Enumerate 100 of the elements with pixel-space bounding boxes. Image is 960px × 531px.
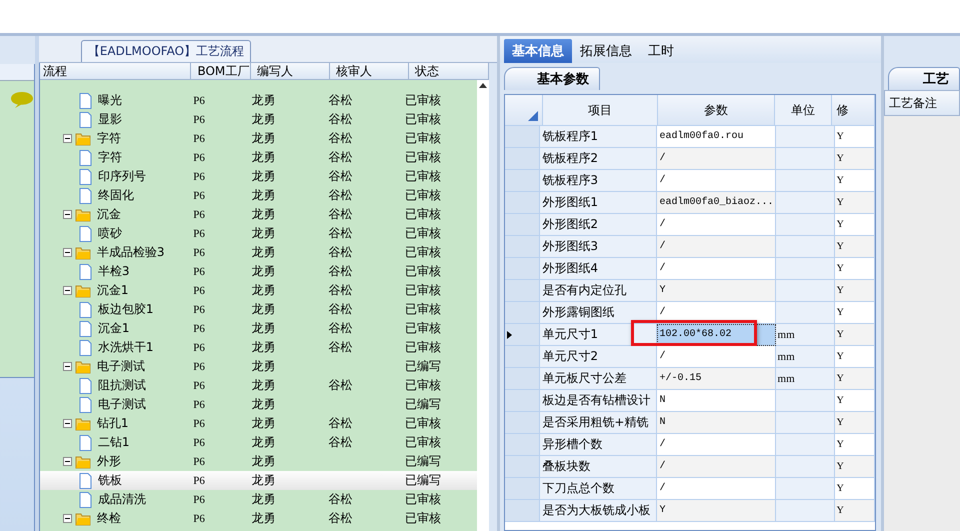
tree-row[interactable]: 显影 P6 龙勇 谷松 已审核 <box>40 110 477 129</box>
tree-row[interactable]: 成品清洗 P6 龙勇 谷松 已审核 <box>40 490 477 509</box>
status-text: 已审核 <box>405 339 442 356</box>
reviewer-text: 谷松 <box>328 225 352 242</box>
table-cell <box>776 170 835 192</box>
tree-row[interactable]: 铣板 P6 龙勇 已编写 <box>40 471 477 490</box>
tree-row[interactable]: 阻抗测试 P6 龙勇 谷松 已审核 <box>40 376 477 395</box>
table-cell <box>776 126 835 148</box>
status-text: 已审核 <box>405 244 442 261</box>
tree-row[interactable]: 钻孔1 P6 龙勇 谷松 已审核 <box>40 414 477 433</box>
collapse-icon[interactable] <box>62 134 72 143</box>
value-cell[interactable]: +/-0.15 <box>657 368 776 390</box>
collapse-icon[interactable] <box>62 457 72 466</box>
document-icon <box>78 340 92 356</box>
reviewer-text: 谷松 <box>328 415 352 432</box>
collapse-icon[interactable] <box>62 514 72 523</box>
writer-text: 龙勇 <box>251 244 276 261</box>
factory-text: P6 <box>193 398 205 410</box>
value-cell[interactable]: / <box>657 236 776 258</box>
value-cell[interactable]: / <box>657 434 776 456</box>
collapse-icon[interactable] <box>62 419 72 428</box>
column-header[interactable]: 单位 <box>774 95 832 126</box>
value-cell[interactable]: eadlm00fa0_biaoz... <box>657 192 776 214</box>
collapse-icon[interactable] <box>62 248 72 257</box>
tree-row[interactable]: 二钻1 P6 龙勇 谷松 已审核 <box>40 433 477 452</box>
tab[interactable]: 基本信息 <box>504 39 572 63</box>
document-icon <box>78 150 92 166</box>
tree-row[interactable]: 终检 P6 龙勇 谷松 已审核 <box>40 509 477 528</box>
value-cell[interactable]: / <box>657 148 776 170</box>
column-header[interactable]: 编写人 <box>251 63 330 79</box>
column-header[interactable]: 项目 <box>542 95 658 126</box>
status-text: 已审核 <box>405 206 442 223</box>
tree-row[interactable]: 水洗烘干1 P6 龙勇 谷松 已审核 <box>40 338 477 357</box>
collapse-icon[interactable] <box>62 362 72 371</box>
tree-row[interactable]: 电子测试 P6 龙勇 已编写 <box>40 395 477 414</box>
folder-icon <box>74 416 91 430</box>
value-cell[interactable]: Y <box>657 280 776 302</box>
notes-area[interactable] <box>884 116 960 531</box>
tree-row[interactable]: 电子测试 P6 龙勇 已编写 <box>40 357 477 376</box>
tree-row[interactable]: 沉金 P6 龙勇 谷松 已审核 <box>40 205 477 224</box>
table-cell: 外形图纸1 <box>540 192 658 214</box>
value-cell[interactable]: / <box>657 346 776 368</box>
tree-row[interactable]: 沉金1 P6 龙勇 谷松 已审核 <box>40 319 477 338</box>
value-cell[interactable]: Y <box>657 500 776 522</box>
reviewer-text: 谷松 <box>328 187 352 204</box>
column-header[interactable]: 修 <box>832 95 875 126</box>
document-icon <box>78 378 92 394</box>
tree-row[interactable]: 终固化 P6 龙勇 谷松 已审核 <box>40 186 477 205</box>
step-name: 半检3 <box>98 263 130 280</box>
tree-row[interactable]: 字符 P6 龙勇 谷松 已审核 <box>40 129 477 148</box>
factory-text: P6 <box>193 152 205 164</box>
table-cell: mm <box>776 368 835 390</box>
value-cell[interactable]: / <box>657 478 776 500</box>
value-cell[interactable]: / <box>657 214 776 236</box>
tab[interactable]: 拓展信息 <box>572 39 640 63</box>
value-cell[interactable]: eadlm00fa0.rou <box>657 126 776 148</box>
collapse-icon[interactable] <box>62 210 72 219</box>
scrollbar[interactable] <box>476 80 489 531</box>
tree-row[interactable]: 曝光 P6 龙勇 谷松 已审核 <box>40 91 477 110</box>
tree-row[interactable]: 喷砂 P6 龙勇 谷松 已审核 <box>40 224 477 243</box>
folder-icon <box>74 246 91 260</box>
table-cell <box>776 258 835 280</box>
writer-text: 龙勇 <box>251 168 276 185</box>
subtab[interactable]: 工艺 <box>888 67 960 90</box>
folder-icon <box>74 284 91 298</box>
tree-row[interactable]: 半检3 P6 龙勇 谷松 已审核 <box>40 262 477 281</box>
tree-row[interactable]: 半成品检验3 P6 龙勇 谷松 已审核 <box>40 243 477 262</box>
reviewer-text: 谷松 <box>328 434 352 451</box>
tab[interactable]: 工时 <box>640 39 682 63</box>
scroll-up-icon[interactable] <box>478 83 487 88</box>
table-cell: Y <box>834 412 875 434</box>
table-cell: Y <box>834 500 875 522</box>
tree-row[interactable]: 字符 P6 龙勇 谷松 已审核 <box>40 148 477 167</box>
collapse-icon[interactable] <box>62 286 72 295</box>
tree-row[interactable]: 沉金1 P6 龙勇 谷松 已审核 <box>40 281 477 300</box>
value-cell[interactable]: / <box>657 456 776 478</box>
speech-bubble-icon[interactable] <box>10 91 34 109</box>
tree-row[interactable]: 板边包胶1 P6 龙勇 谷松 已审核 <box>40 300 477 319</box>
subtab[interactable]: 基本参数 <box>504 67 600 90</box>
tree-row[interactable]: 外形 P6 龙勇 已编写 <box>40 452 477 471</box>
status-text: 已审核 <box>405 263 442 280</box>
column-header[interactable]: 参数 <box>658 95 775 126</box>
table-cell: Y <box>834 236 875 258</box>
table-cell: 板边是否有钻槽设计 <box>540 390 658 412</box>
column-header[interactable]: 状态 <box>408 63 489 79</box>
status-text: 已审核 <box>405 92 442 109</box>
row-indicator[interactable] <box>504 324 540 346</box>
value-cell[interactable]: N <box>657 412 776 434</box>
column-header[interactable]: 核审人 <box>330 63 409 79</box>
value-cell[interactable]: N <box>657 390 776 412</box>
column-header[interactable]: 流程 <box>40 63 192 79</box>
value-cell[interactable]: / <box>657 170 776 192</box>
step-name: 阻抗测试 <box>98 377 146 394</box>
step-name: 铣板 <box>98 472 122 489</box>
status-text: 已编写 <box>405 453 442 470</box>
column-header[interactable]: BOM工厂 <box>191 63 252 79</box>
tree-row[interactable]: 印序列号 P6 龙勇 谷松 已审核 <box>40 167 477 186</box>
value-cell[interactable]: / <box>657 258 776 280</box>
step-name: 外形 <box>96 453 121 470</box>
status-text: 已编写 <box>405 358 442 375</box>
